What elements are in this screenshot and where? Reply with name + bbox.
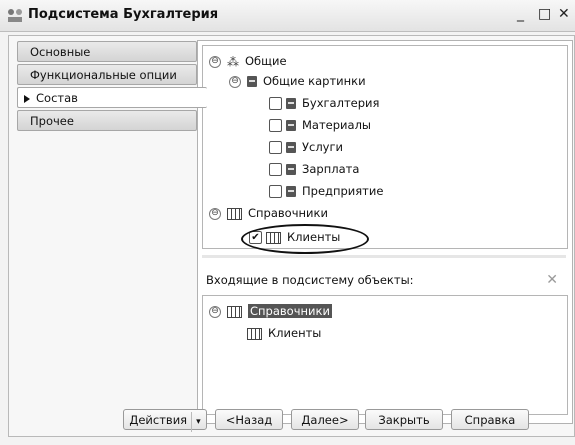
tree-item-salary[interactable]: Зарплата — [269, 160, 359, 178]
composition-panel: ⊖ ⁂ Общие ⊖ Общие картинки Бухгалтерия Мате… — [197, 40, 573, 424]
help-button[interactable]: Справка — [451, 409, 529, 430]
checkbox[interactable] — [269, 119, 282, 132]
minimize-button[interactable]: _ — [517, 6, 524, 22]
node-label: Услуги — [302, 140, 344, 154]
title-bar: Подсистема Бухгалтерия _ □ ✕ — [0, 0, 575, 32]
incoming-node-catalogs[interactable]: ⊖ Справочники — [209, 302, 332, 320]
tab-label: Состав — [36, 91, 78, 105]
subsystem-icon — [8, 9, 22, 22]
node-label: Справочники — [248, 206, 328, 220]
node-label: Материалы — [302, 118, 371, 132]
button-bar: Действия ▾ <Назад Далее> Закрыть Справка — [9, 409, 572, 433]
window-title: Подсистема Бухгалтерия — [28, 7, 219, 22]
picture-icon — [247, 76, 257, 87]
picture-icon — [286, 98, 296, 109]
tree-node-catalogs[interactable]: ⊖ Справочники — [209, 204, 328, 222]
close-button[interactable]: Закрыть — [365, 409, 443, 430]
node-label-selected: Справочники — [248, 304, 332, 318]
tree-item-materials[interactable]: Материалы — [269, 116, 371, 134]
chevron-down-icon: ▾ — [191, 412, 201, 432]
tab-label: Функциональные опции — [30, 68, 177, 82]
delete-icon[interactable]: ✕ — [546, 272, 558, 288]
picture-icon — [286, 164, 296, 175]
tree-item-services[interactable]: Услуги — [269, 138, 343, 156]
node-label: Предприятие — [302, 184, 384, 198]
common-icon: ⁂ — [227, 54, 239, 69]
next-button[interactable]: Далее> — [291, 409, 359, 430]
collapse-icon[interactable]: ⊖ — [229, 75, 241, 88]
catalog-icon — [227, 207, 242, 220]
tab-label: Основные — [30, 45, 91, 59]
collapse-icon[interactable]: ⊖ — [209, 305, 221, 318]
catalog-icon — [227, 305, 242, 318]
checkbox[interactable] — [269, 97, 282, 110]
tree-node-common[interactable]: ⊖ ⁂ Общие — [209, 52, 287, 70]
checkbox[interactable] — [269, 141, 282, 154]
checkbox[interactable] — [269, 185, 282, 198]
tab-basic[interactable]: Основные — [17, 41, 197, 62]
tab-composition[interactable]: Состав — [17, 87, 207, 108]
objects-tree[interactable]: ⊖ ⁂ Общие ⊖ Общие картинки Бухгалтерия Мате… — [202, 45, 568, 254]
tree-node-common-pictures[interactable]: ⊖ Общие картинки — [229, 72, 366, 90]
tab-label: Прочее — [30, 114, 74, 128]
node-label: Клиенты — [268, 326, 322, 340]
incoming-objects-tree[interactable]: ⊖ Справочники Клиенты — [202, 295, 568, 415]
maximize-button[interactable]: □ — [538, 6, 551, 22]
actions-button[interactable]: Действия ▾ — [123, 409, 207, 432]
button-label: Действия — [129, 413, 188, 427]
tab-functional-options[interactable]: Функциональные опции — [17, 64, 197, 85]
tab-other[interactable]: Прочее — [17, 110, 197, 131]
node-label: Общие — [245, 54, 287, 68]
dialog-frame: Основные Функциональные опции Состав Про… — [8, 35, 575, 437]
collapse-icon[interactable]: ⊖ — [209, 207, 221, 220]
picture-icon — [286, 142, 296, 153]
picture-icon — [286, 120, 296, 131]
tree-item-enterprise[interactable]: Предприятие — [269, 182, 383, 200]
node-label: Бухгалтерия — [302, 96, 380, 110]
tree-item-accounting[interactable]: Бухгалтерия — [269, 94, 379, 112]
collapse-icon[interactable]: ⊖ — [209, 55, 221, 68]
picture-icon — [286, 186, 296, 197]
node-label: Общие картинки — [263, 74, 366, 88]
incoming-item-clients[interactable]: Клиенты — [247, 324, 321, 342]
splitter[interactable] — [202, 255, 566, 258]
highlight-ellipse — [241, 224, 369, 254]
checkbox[interactable] — [269, 163, 282, 176]
incoming-objects-label: Входящие в подсистему объекты: — [206, 273, 414, 287]
tab-list: Основные Функциональные опции Состав Про… — [17, 41, 207, 133]
active-arrow-icon — [24, 94, 30, 103]
catalog-icon — [247, 327, 262, 340]
node-label: Зарплата — [302, 162, 360, 176]
close-window-button[interactable]: ✕ — [558, 6, 570, 22]
back-button[interactable]: <Назад — [215, 409, 283, 430]
